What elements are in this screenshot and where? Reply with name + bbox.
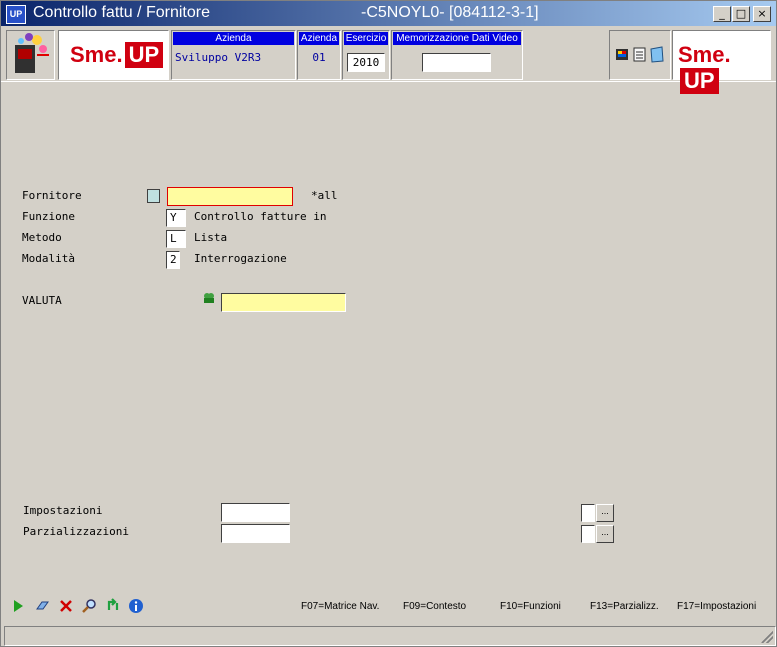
minimize-button[interactable]: _ xyxy=(713,6,731,22)
smeup-logo-right: Sme.UP xyxy=(672,30,771,94)
memorizzazione-box: Memorizzazione Dati Video xyxy=(391,30,523,80)
metodo-desc: Lista xyxy=(194,231,228,244)
impostazioni-browse-button[interactable]: ... xyxy=(596,504,614,522)
modalita-desc: Interrogazione xyxy=(194,252,287,265)
smeup-logo-left: Sme. UP xyxy=(58,30,169,80)
title-bar[interactable]: UP Controllo fattu / Fornitore -C5NOYL0-… xyxy=(1,1,776,26)
fkey-f07[interactable]: F07=Matrice Nav. xyxy=(301,601,379,612)
close-button[interactable]: × xyxy=(753,6,771,22)
modalita-label: Modalità xyxy=(22,252,75,265)
palette-icon[interactable] xyxy=(616,49,628,60)
window-title: Controllo fattu / Fornitore xyxy=(33,4,210,21)
search-icon[interactable] xyxy=(81,598,97,614)
smeup-logo-right-text: Sme. xyxy=(678,42,731,67)
refresh-icon[interactable] xyxy=(105,598,121,614)
book-icon[interactable] xyxy=(650,46,664,63)
fornitore-lookup-icon[interactable] xyxy=(147,189,160,203)
quick-tools-icons xyxy=(616,46,664,63)
window-job-id: -C5NOYL0- [084112-3-1] xyxy=(361,4,539,21)
valuta-label: VALUTA xyxy=(22,294,62,307)
esercizio-box: Esercizio 2010 xyxy=(342,30,390,80)
status-bar xyxy=(4,626,776,646)
memorizzazione-label: Memorizzazione Dati Video xyxy=(393,32,521,45)
fkey-f17[interactable]: F17=Impostazioni xyxy=(677,601,756,612)
impostazioni-input[interactable] xyxy=(221,503,290,522)
azienda-code-value: 01 xyxy=(312,51,326,64)
impostazioni-check[interactable] xyxy=(581,504,595,522)
esercizio-field[interactable]: 2010 xyxy=(347,53,385,72)
smeup-logo-text: Sme. xyxy=(70,42,123,67)
azienda-box: Azienda Sviluppo V2R3 xyxy=(171,30,296,80)
play-icon[interactable] xyxy=(11,598,25,614)
azienda-label: Azienda xyxy=(173,32,294,45)
fkey-f09[interactable]: F09=Contesto xyxy=(403,601,466,612)
metodo-label: Metodo xyxy=(22,231,62,244)
azienda-value: Sviluppo V2R3 xyxy=(175,51,262,64)
cancel-icon[interactable] xyxy=(58,598,74,614)
valuta-search-icon[interactable] xyxy=(201,292,217,306)
funzione-label: Funzione xyxy=(22,210,75,223)
memorizzazione-field[interactable] xyxy=(422,53,491,72)
impostazioni-label: Impostazioni xyxy=(23,504,103,517)
parzializzazioni-input[interactable] xyxy=(221,524,290,543)
azienda-code-label: Azienda xyxy=(299,32,339,45)
valuta-input[interactable] xyxy=(221,293,346,312)
parzializzazioni-browse-button[interactable]: ... xyxy=(596,525,614,543)
smeup-logo-right-up: UP xyxy=(680,68,719,94)
fornitore-label: Fornitore xyxy=(22,189,82,202)
info-icon[interactable] xyxy=(128,598,144,614)
notes-icon[interactable] xyxy=(633,47,646,62)
parzializzazioni-check[interactable] xyxy=(581,525,595,543)
resize-grip[interactable] xyxy=(761,631,773,643)
app-icon[interactable]: UP xyxy=(6,5,26,24)
modalita-input[interactable]: 2 xyxy=(166,251,180,269)
funzione-desc: Controllo fatture in xyxy=(194,210,327,223)
fornitore-input[interactable] xyxy=(167,187,293,206)
metodo-input[interactable]: L xyxy=(166,230,186,248)
smeup-logo-up: UP xyxy=(124,42,164,68)
fkey-f13[interactable]: F13=Parzializz. xyxy=(590,601,659,612)
header-toolbar: Sme. UP Azienda Sviluppo V2R3 Azienda 01 … xyxy=(1,27,776,94)
esercizio-label: Esercizio xyxy=(344,32,388,45)
parzializzazioni-label: Parzializzazioni xyxy=(23,525,129,538)
azienda-code-box: Azienda 01 xyxy=(297,30,341,80)
funzione-input[interactable]: Y xyxy=(166,209,186,227)
user-avatar-icon xyxy=(15,33,49,73)
eraser-icon[interactable] xyxy=(34,598,50,614)
quick-tools-box xyxy=(609,30,671,80)
maximize-button[interactable]: □ xyxy=(732,6,750,22)
fornitore-hint: *all xyxy=(311,189,338,202)
main-window: UP Controllo fattu / Fornitore -C5NOYL0-… xyxy=(0,0,777,647)
fkey-f10[interactable]: F10=Funzioni xyxy=(500,601,561,612)
user-avatar-box[interactable] xyxy=(6,30,55,80)
